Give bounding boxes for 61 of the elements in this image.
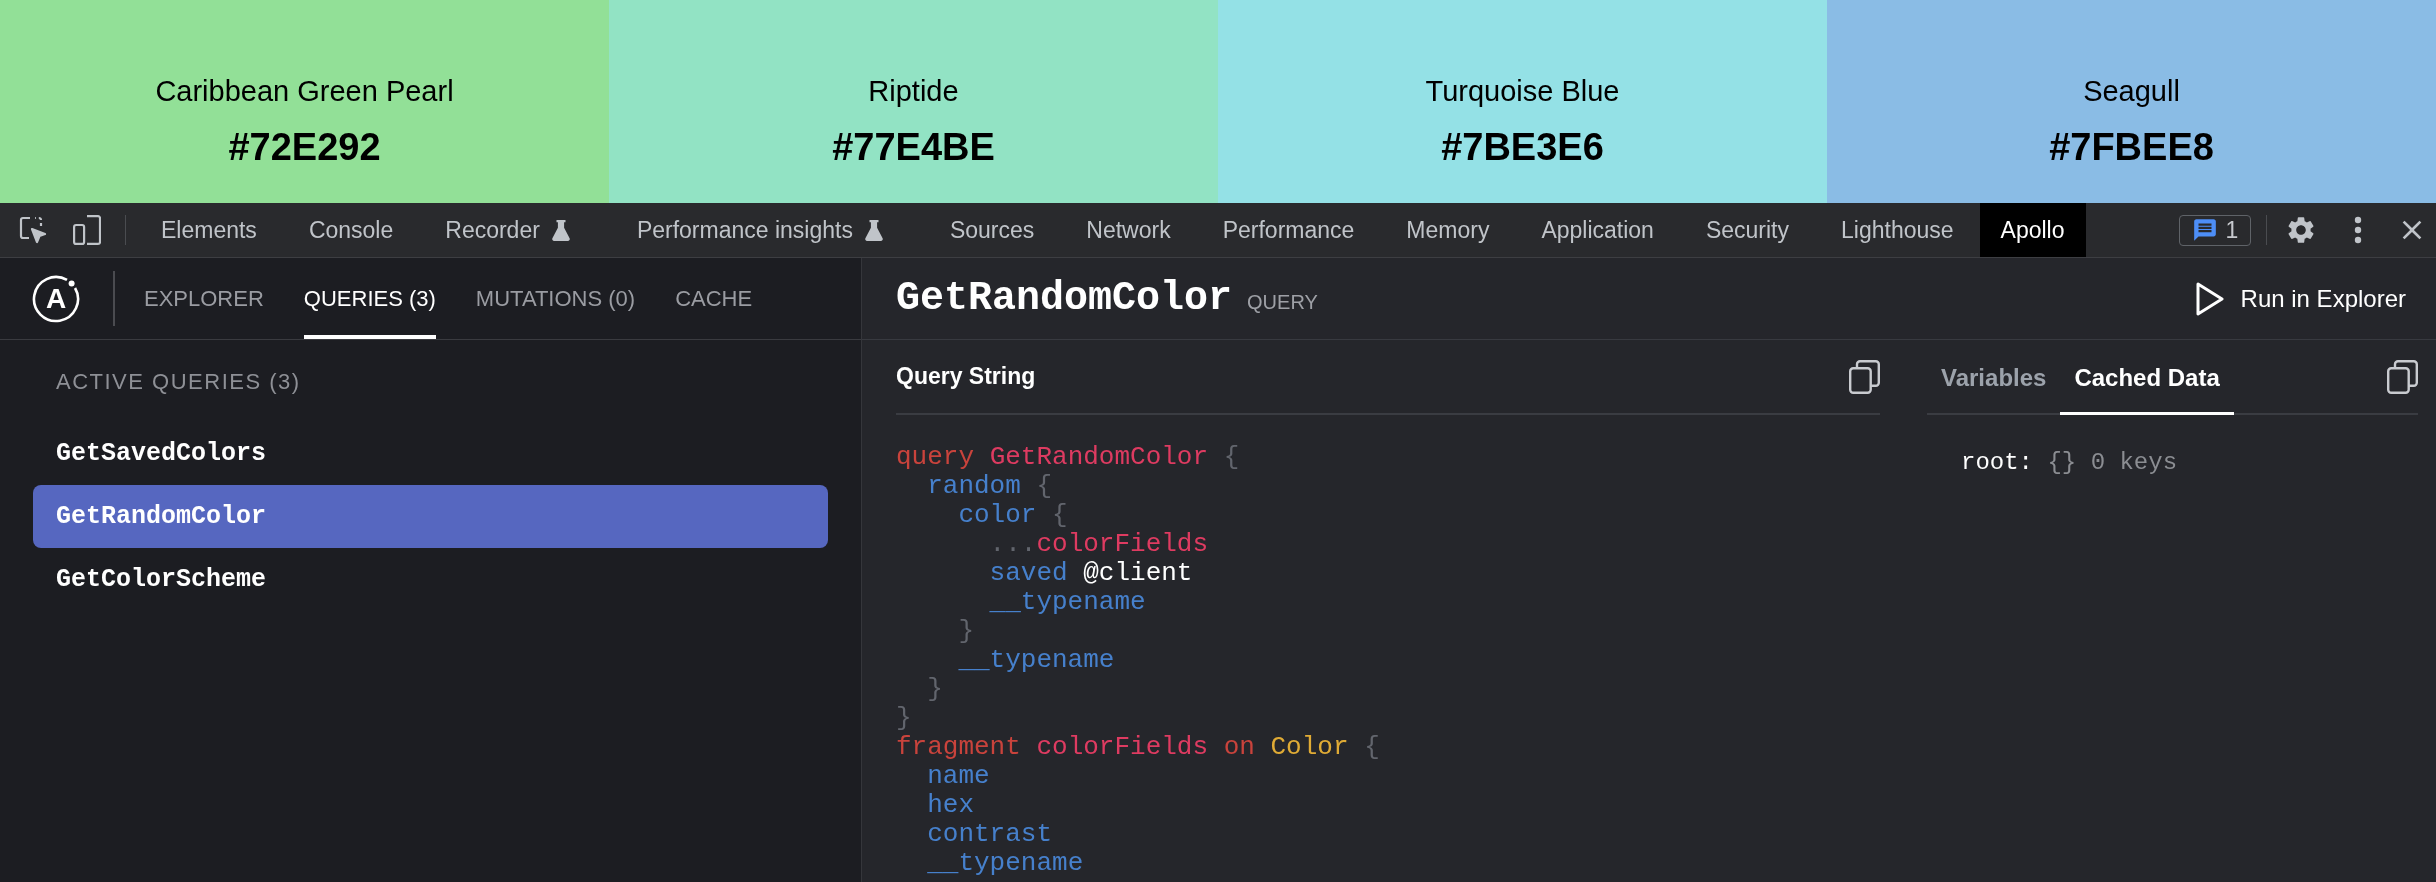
code-line: __typename — [989, 588, 1146, 617]
code-line: random { — [927, 472, 1053, 501]
code-line: fragment colorFields on Color { — [896, 733, 1380, 762]
hex-code: #7FBEE8 — [2049, 125, 2214, 169]
devtools-tab[interactable]: Security — [1679, 203, 1815, 257]
code-line: color { — [958, 501, 1068, 530]
devtools-tab[interactable]: Apollo — [1979, 203, 2086, 257]
section-heading: ACTIVE QUERIES (3) — [56, 367, 301, 396]
color-name: Turquoise Blue — [1425, 74, 1620, 108]
play-icon — [2195, 281, 2224, 316]
code-line: __typename — [958, 646, 1115, 675]
more-options-icon[interactable] — [2354, 216, 2362, 244]
color-name: Seagull — [2083, 74, 2180, 108]
query-list-item[interactable]: GetColorScheme — [33, 548, 828, 611]
devtools-tab[interactable]: Sources — [923, 203, 1061, 257]
nav-tab[interactable]: CACHE — [675, 258, 753, 339]
query-type-label: QUERY — [1247, 289, 1318, 315]
panel-title: Query String — [896, 362, 1036, 392]
devtools-tab[interactable]: Application — [1515, 203, 1680, 257]
color-name: Riptide — [868, 74, 959, 108]
hex-code: #77E4BE — [832, 125, 995, 169]
devtools-tab[interactable]: Memory — [1380, 203, 1516, 257]
hex-code: #7BE3E6 — [1441, 125, 1604, 169]
devtools-tab[interactable]: Elements — [135, 203, 283, 257]
data-tab[interactable]: Cached Data — [2060, 340, 2234, 415]
nav-tab[interactable]: MUTATIONS (0) — [475, 258, 636, 339]
code-line: ...colorFields — [989, 530, 1209, 559]
code-line: hex — [927, 791, 974, 820]
code-line: query GetRandomColor { — [896, 443, 1240, 472]
flask-icon — [551, 219, 570, 241]
devtools-tab[interactable]: Console — [282, 203, 420, 257]
flask-icon — [864, 219, 883, 241]
code-line: } — [896, 704, 912, 733]
chat-icon — [2191, 217, 2218, 243]
inspect-element-icon[interactable] — [19, 216, 47, 244]
nav-tab[interactable]: EXPLORER — [144, 258, 264, 339]
code-line: saved @client — [989, 559, 1193, 588]
query-list-item[interactable]: GetRandomColor — [33, 485, 828, 548]
logo: A — [31, 273, 81, 324]
query-list-item[interactable]: GetSavedColors — [33, 422, 828, 485]
code-line: contrast — [927, 820, 1053, 849]
device-toggle-icon[interactable] — [73, 215, 101, 245]
run-in-explorer-button[interactable]: Run in Explorer — [2195, 280, 2406, 317]
devtools-tab[interactable]: Network — [1060, 203, 1197, 257]
data-tab[interactable]: Variables — [1927, 340, 2061, 415]
devtools-tab[interactable]: Performance — [1196, 203, 1381, 257]
cache-entry: root: {} 0 keys — [1961, 448, 2178, 478]
devtools-tab[interactable]: Recorder — [419, 203, 611, 257]
code-line: } — [958, 617, 974, 646]
color-name: Caribbean Green Pearl — [155, 74, 454, 108]
code-line: name — [927, 762, 990, 791]
devtools-tab[interactable]: Performance insights — [610, 203, 924, 257]
query-title: GetRandomColor — [896, 274, 1233, 323]
copy-icon[interactable] — [2387, 359, 2418, 394]
hex-code: #72E292 — [228, 125, 381, 169]
copy-icon[interactable] — [1849, 359, 1880, 394]
issues-badge[interactable]: 1 — [2179, 214, 2251, 246]
devtools-tab[interactable]: Lighthouse — [1815, 203, 1980, 257]
nav-tab[interactable]: QUERIES (3) — [303, 258, 436, 339]
code-line: __typename — [927, 849, 1084, 878]
code-line: } — [927, 675, 943, 704]
